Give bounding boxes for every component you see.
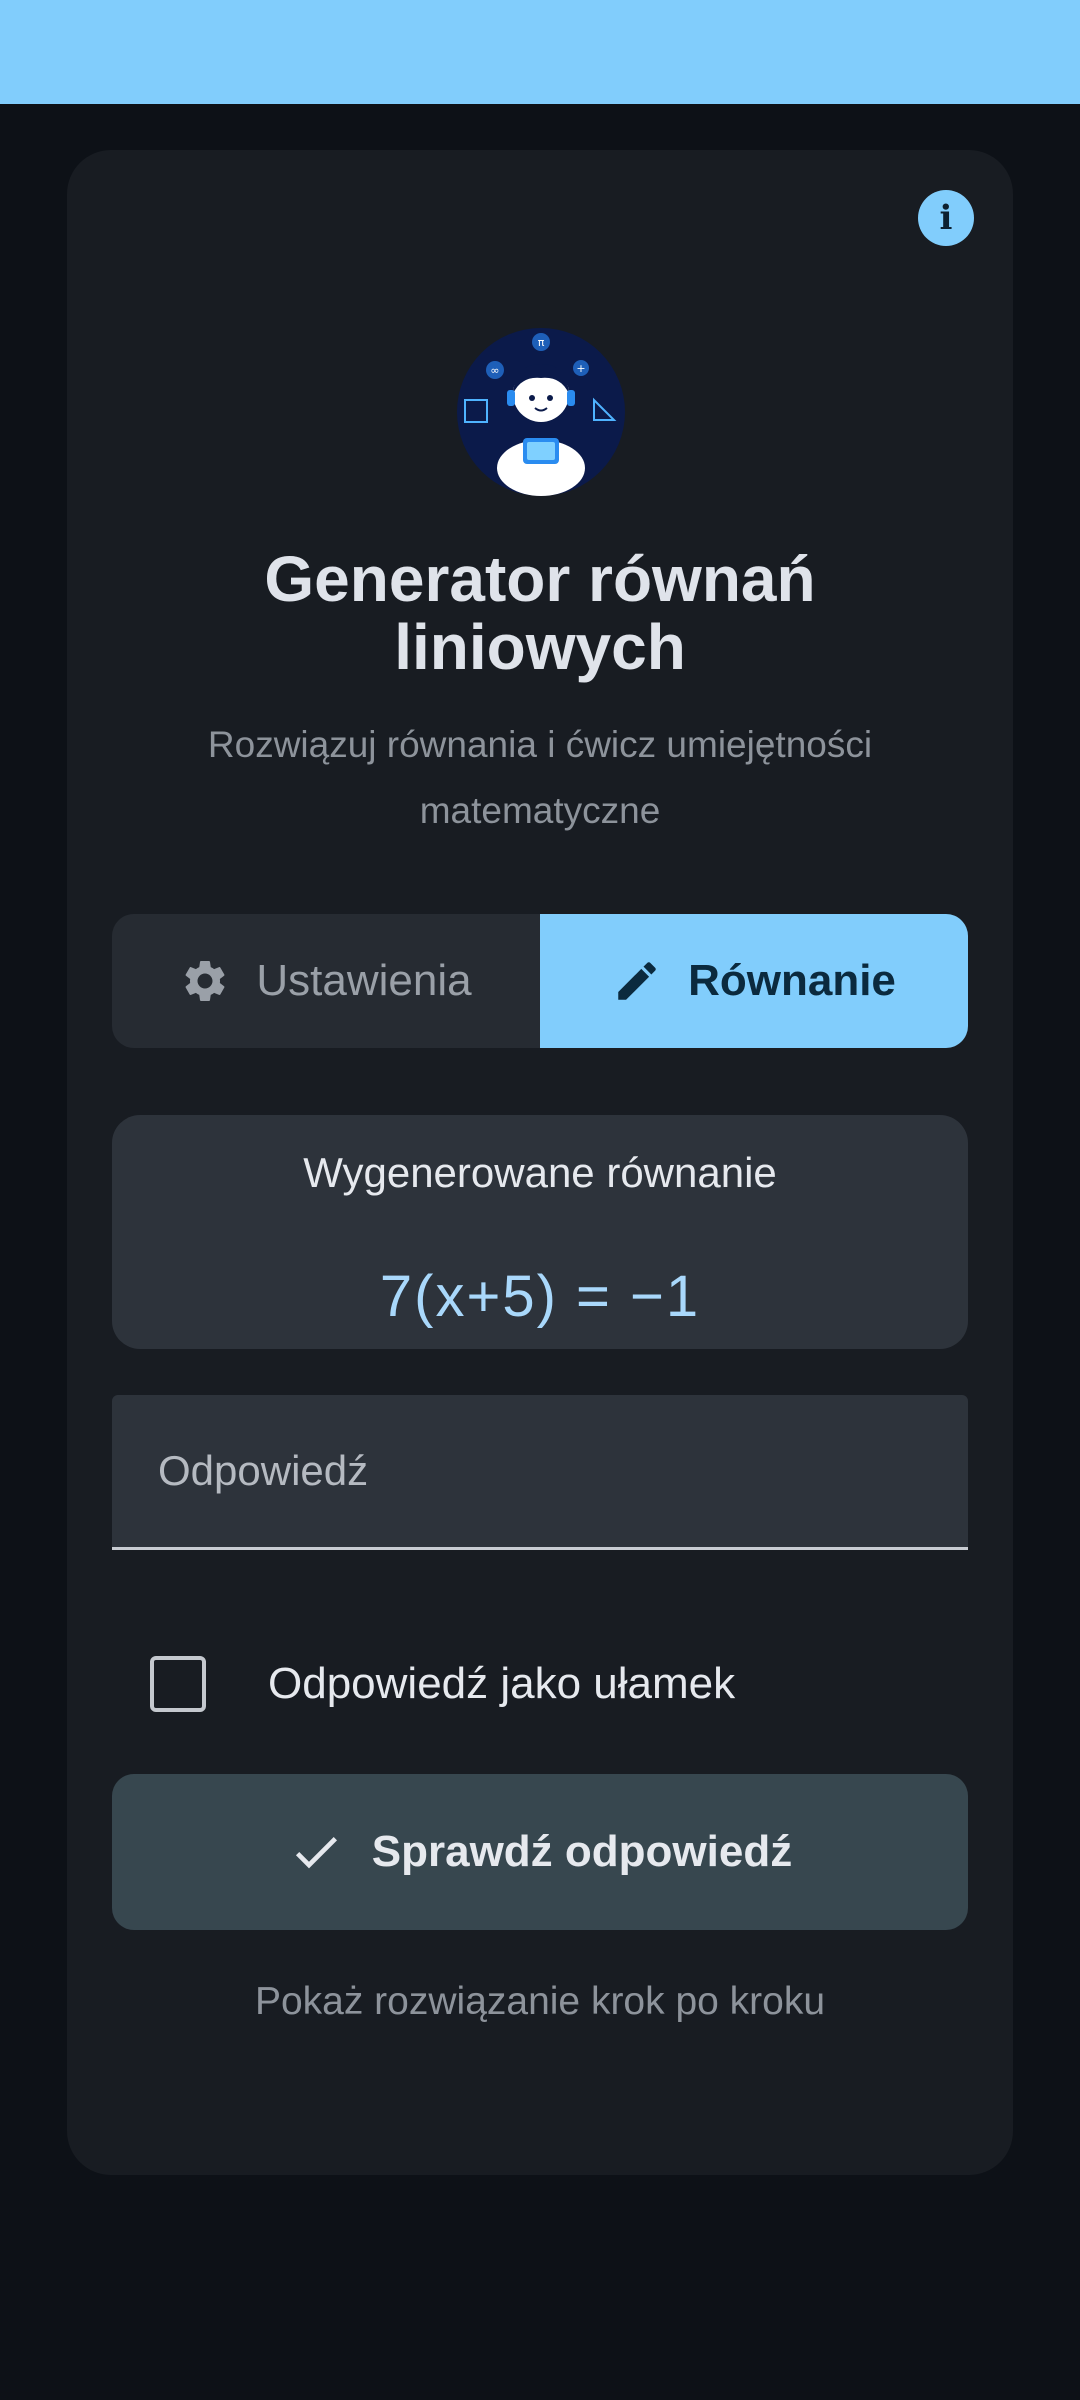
info-icon: i	[939, 198, 953, 238]
equation-panel: Wygenerowane równanie 7(x+5) = −1	[112, 1115, 968, 1349]
tab-settings-label: Ustawienia	[256, 956, 472, 1005]
tab-equation[interactable]: Równanie	[540, 914, 968, 1048]
tab-bar: Ustawienia Równanie	[112, 914, 968, 1048]
pencil-icon	[618, 962, 656, 1000]
equation-value: 7(x+5) = −1	[379, 1264, 701, 1329]
fraction-checkbox[interactable]	[150, 1656, 206, 1712]
checkmark-icon	[295, 1837, 337, 1869]
tab-settings[interactable]: Ustawienia	[112, 914, 540, 1048]
equation-label: Wygenerowane równanie	[303, 1149, 777, 1196]
gear-icon	[185, 961, 225, 1001]
check-answer-label: Sprawdź odpowiedź	[371, 1827, 793, 1876]
info-button[interactable]: i	[918, 190, 974, 246]
answer-field[interactable]	[112, 1395, 968, 1550]
svg-text:π: π	[538, 336, 545, 349]
page-title: Generator równań liniowych	[264, 543, 816, 683]
svg-text:+: +	[576, 362, 585, 375]
page-subtitle: Rozwiązuj równania i ćwicz umiejętności …	[207, 724, 873, 831]
top-app-bar	[0, 0, 1080, 104]
show-steps-link[interactable]: Pokaż rozwiązanie krok po kroku	[112, 1980, 968, 2024]
check-answer-button[interactable]: Sprawdź odpowiedź	[112, 1774, 968, 1930]
fraction-checkbox-label: Odpowiedź jako ułamek	[268, 1659, 736, 1708]
tab-equation-label: Równanie	[688, 956, 896, 1005]
svg-text:∞: ∞	[490, 364, 499, 377]
answer-input[interactable]	[112, 1395, 968, 1547]
fraction-option[interactable]: Odpowiedź jako ułamek	[150, 1655, 735, 1713]
mascot-avatar: π ∞ +	[457, 328, 625, 496]
